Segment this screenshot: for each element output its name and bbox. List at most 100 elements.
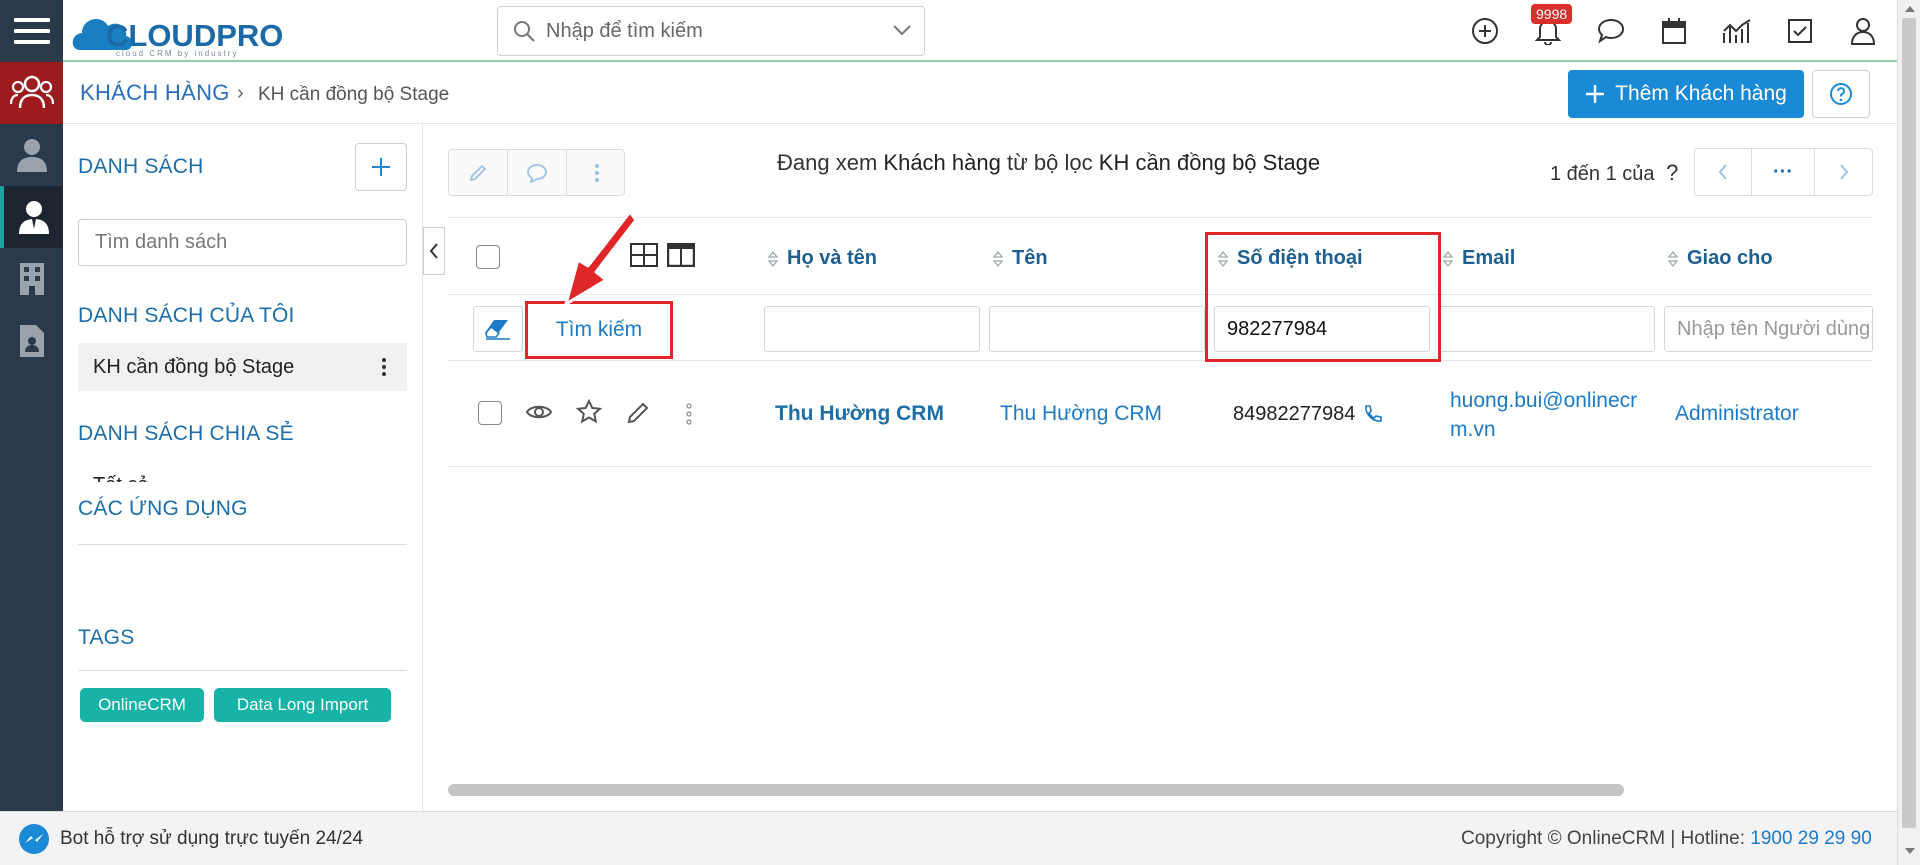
phone-column-highlight xyxy=(1205,232,1441,362)
breadcrumb-module[interactable]: KHÁCH HÀNG xyxy=(80,80,230,106)
select-all-checkbox[interactable] xyxy=(476,245,500,269)
kebab-icon[interactable] xyxy=(686,403,692,425)
row-checkbox[interactable] xyxy=(478,401,502,425)
viewing-module: Khách hàng xyxy=(883,150,1001,175)
column-header-giao-cho[interactable]: Giao cho xyxy=(1667,247,1773,270)
viewing-filter: KH cần đồng bộ Stage xyxy=(1098,150,1321,175)
column-header-ten[interactable]: Tên xyxy=(992,247,1048,270)
star-icon[interactable] xyxy=(576,399,602,425)
shared-list-item[interactable]: Tất cả xyxy=(93,474,393,482)
tag-data-long-import[interactable]: Data Long Import xyxy=(214,688,391,722)
cell-giao-cho[interactable]: Administrator xyxy=(1675,402,1799,426)
plus-icon xyxy=(1585,84,1605,104)
arrow-annotation xyxy=(560,208,640,308)
kebab-icon[interactable] xyxy=(567,150,626,195)
columns-icon[interactable] xyxy=(667,243,695,267)
logo-text: CLOUDPRO xyxy=(106,18,283,53)
vertical-scroll-thumb[interactable] xyxy=(1902,18,1916,828)
phone-icon[interactable] xyxy=(1362,404,1382,424)
viewing-prefix: Đang xem xyxy=(777,150,878,175)
shared-lists-title: DANH SÁCH CHIA SẺ xyxy=(78,422,294,445)
comment-icon[interactable] xyxy=(508,150,567,195)
checkbox-icon[interactable] xyxy=(1783,14,1817,48)
people-icon[interactable] xyxy=(0,62,63,124)
help-button[interactable] xyxy=(1812,70,1870,118)
next-page-button[interactable] xyxy=(1815,149,1872,195)
hotline-link[interactable]: 1900 29 29 90 xyxy=(1750,828,1872,849)
prev-page-button[interactable] xyxy=(1695,149,1752,195)
table-header-line xyxy=(448,294,1873,295)
add-customer-label: Thêm Khách hàng xyxy=(1615,82,1787,105)
column-header-ho-va-ten[interactable]: Họ và tên xyxy=(767,247,877,270)
filter-email[interactable] xyxy=(1439,306,1655,352)
breadcrumb-current: KH cần đồng bộ Stage xyxy=(258,84,450,105)
breadcrumb-separator: › xyxy=(237,82,244,104)
pencil-icon[interactable] xyxy=(449,150,508,195)
paging-text: 1 đến 1 của ? xyxy=(1550,160,1678,186)
kebab-icon[interactable] xyxy=(381,357,387,377)
user-icon[interactable] xyxy=(0,124,63,186)
chevron-down-icon[interactable] xyxy=(892,23,912,37)
bot-support-text[interactable]: Bot hỗ trợ sử dụng trực tuyến 24/24 xyxy=(60,828,363,850)
cell-ten[interactable]: Thu Hường CRM xyxy=(1000,402,1162,426)
list-search-input[interactable] xyxy=(78,219,407,266)
chat-icon[interactable] xyxy=(1594,14,1628,48)
cell-email[interactable]: huong.bui@onlinecr m.vn xyxy=(1450,386,1637,444)
clear-filter-button[interactable] xyxy=(473,306,523,352)
tags-title: TAGS xyxy=(78,626,135,649)
table-row-line xyxy=(448,466,1873,467)
table-top-line xyxy=(448,217,1873,218)
chevron-right-icon xyxy=(1839,164,1848,180)
copyright-text: Copyright © OnlineCRM | Hotline: 1900 29… xyxy=(1461,828,1872,850)
messenger-icon[interactable] xyxy=(18,823,50,855)
column-header-label: Họ và tên xyxy=(787,247,878,269)
divider xyxy=(78,544,407,545)
add-list-button[interactable] xyxy=(355,143,407,191)
apps-title: CÁC ỨNG DỤNG xyxy=(78,497,248,520)
building-icon[interactable] xyxy=(0,248,63,310)
add-customer-button[interactable]: Thêm Khách hàng xyxy=(1568,70,1804,118)
vertical-scrollbar[interactable] xyxy=(1897,0,1920,865)
cell-so-dien-thoai: 84982277984 xyxy=(1233,403,1356,425)
horizontal-scrollbar[interactable] xyxy=(448,784,1624,796)
document-user-icon[interactable] xyxy=(0,310,63,372)
logo[interactable]: CLOUDPRO cloud CRM by industry xyxy=(72,6,296,58)
chart-icon[interactable] xyxy=(1720,14,1754,48)
cell-ho-va-ten[interactable]: Thu Hường CRM xyxy=(775,402,944,426)
filter-ho-va-ten[interactable] xyxy=(764,306,980,352)
chevron-left-icon xyxy=(429,242,439,260)
global-search[interactable] xyxy=(497,6,925,56)
paging-total[interactable]: ? xyxy=(1666,160,1678,185)
calendar-icon[interactable] xyxy=(1657,14,1691,48)
filter-ten[interactable] xyxy=(989,306,1205,352)
plus-circle-icon[interactable] xyxy=(1468,14,1502,48)
plus-icon xyxy=(371,157,391,177)
tag-onlinecrm[interactable]: OnlineCRM xyxy=(80,688,204,722)
lists-title: DANH SÁCH xyxy=(78,155,204,178)
paging-range: 1 đến 1 của xyxy=(1550,163,1655,185)
left-rail xyxy=(0,0,63,811)
search-icon xyxy=(512,19,536,43)
shared-list-clipped: Tất cả xyxy=(93,470,393,482)
table-search-button[interactable]: Tìm kiếm xyxy=(525,301,673,359)
eye-icon[interactable] xyxy=(525,400,553,424)
my-lists-title: DANH SÁCH CỦA TÔI xyxy=(78,304,295,327)
column-header-label: Email xyxy=(1462,247,1516,269)
page-more-button[interactable]: ··· xyxy=(1752,149,1815,195)
pencil-icon[interactable] xyxy=(626,401,650,425)
pager: ··· xyxy=(1694,148,1873,196)
sort-icon xyxy=(767,250,779,267)
column-header-email[interactable]: Email xyxy=(1442,247,1515,270)
column-header-label: Tên xyxy=(1012,247,1048,269)
divider xyxy=(78,670,407,671)
table-filter-line xyxy=(448,360,1873,361)
account-icon[interactable] xyxy=(1846,14,1880,48)
collapse-panel-button[interactable] xyxy=(423,227,445,275)
sort-icon xyxy=(1442,250,1454,267)
chevron-left-icon xyxy=(1718,164,1727,180)
record-toolbar xyxy=(448,149,625,196)
filter-giao-cho[interactable] xyxy=(1664,306,1873,352)
search-input[interactable] xyxy=(546,17,876,45)
business-user-icon[interactable] xyxy=(0,186,63,248)
menu-icon[interactable] xyxy=(0,0,63,62)
